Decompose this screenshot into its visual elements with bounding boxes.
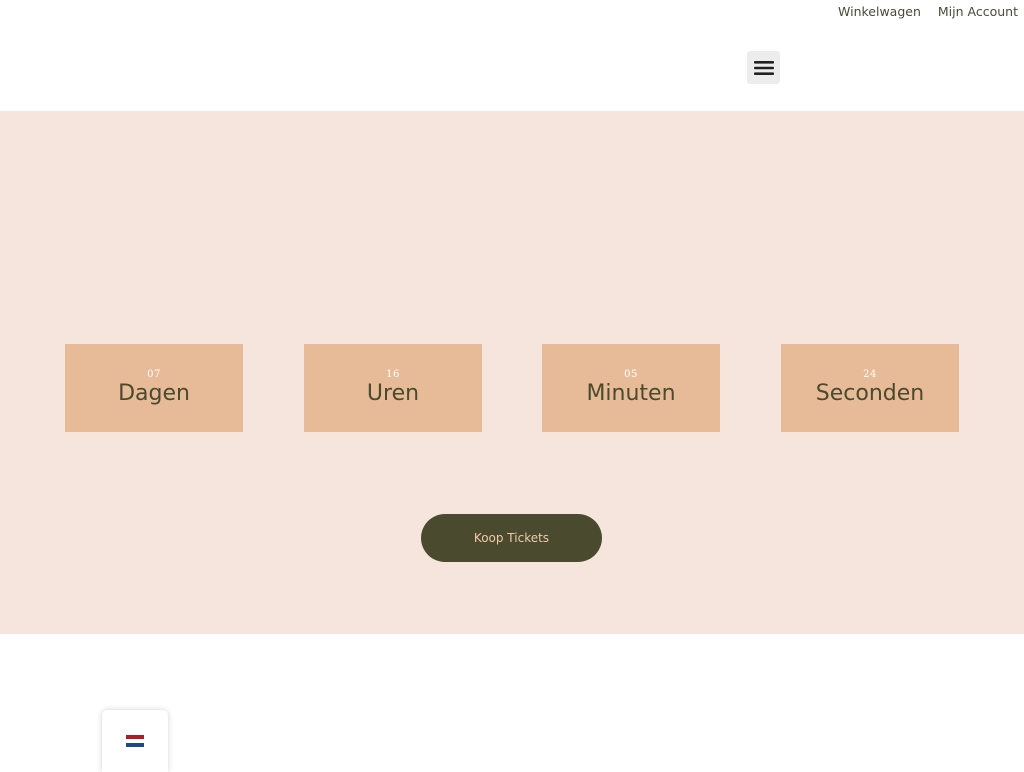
- hours-value: 16: [386, 369, 400, 380]
- minutes-value: 05: [624, 369, 638, 380]
- menu-toggle-button[interactable]: [747, 51, 780, 84]
- top-links: Winkelwagen Mijn Account: [838, 0, 1018, 22]
- countdown-section: 07 Dagen 16 Uren 05 Minuten 24 Seconden …: [0, 111, 1024, 634]
- hours-label: Uren: [366, 381, 420, 406]
- buy-tickets-button[interactable]: Koop Tickets: [421, 514, 602, 562]
- account-link[interactable]: Mijn Account: [938, 4, 1018, 19]
- minutes-label: Minuten: [586, 381, 676, 406]
- countdown-days: 07 Dagen: [65, 344, 243, 432]
- cart-link[interactable]: Winkelwagen: [838, 4, 921, 19]
- countdown-minutes: 05 Minuten: [542, 344, 720, 432]
- hamburger-menu-icon: [753, 60, 774, 75]
- language-switcher[interactable]: [102, 710, 168, 772]
- days-value: 07: [147, 369, 161, 380]
- seconds-label: Seconden: [815, 381, 925, 406]
- countdown-hours: 16 Uren: [304, 344, 482, 432]
- days-label: Dagen: [118, 381, 190, 406]
- netherlands-flag-icon: [126, 735, 144, 747]
- seconds-value: 24: [863, 369, 877, 380]
- countdown-seconds: 24 Seconden: [781, 344, 959, 432]
